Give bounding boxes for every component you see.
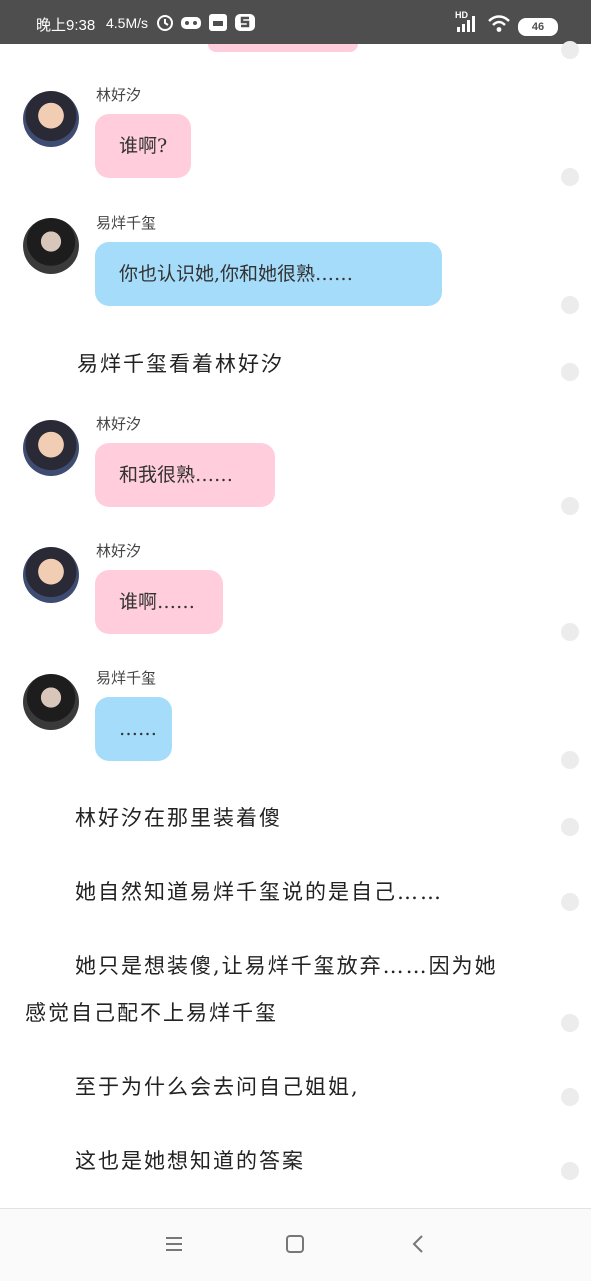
scroll-dot <box>561 168 579 186</box>
s-app-icon <box>235 14 255 31</box>
scroll-dot <box>561 363 579 381</box>
mi-icon <box>209 14 227 31</box>
back-icon[interactable] <box>408 1233 430 1255</box>
narration-line: 她自然知道易烊千玺说的是自己…… <box>75 880 443 904</box>
chat-bubble[interactable]: …… <box>95 697 172 761</box>
menu-icon[interactable] <box>163 1233 185 1255</box>
avatar[interactable] <box>23 218 79 274</box>
chat-bubble[interactable]: 谁啊? <box>95 114 192 178</box>
alarm-icon <box>157 15 173 31</box>
speaker-name: 林好汐 <box>96 415 142 433</box>
speaker-name: 林好汐 <box>96 542 142 560</box>
narration-line: 易烊千玺看着林好汐 <box>77 352 284 376</box>
speaker-name: 易烊千玺 <box>96 669 157 687</box>
battery-icon: 46 <box>518 18 558 36</box>
status-bar: 晚上9:38 4.5M/s HD 46 <box>0 0 591 44</box>
narration-line: 这也是她想知道的答案 <box>75 1149 305 1173</box>
scroll-dot <box>561 751 579 769</box>
chat-bubble[interactable]: 你也认识她,你和她很熟…… <box>95 242 442 306</box>
narration-line: 她只是想装傻,让易烊千玺放弃……因为她 <box>75 954 498 978</box>
scroll-dot <box>561 893 579 911</box>
chat-bubble[interactable]: 和我很熟…… <box>95 443 275 507</box>
avatar[interactable] <box>23 420 79 476</box>
scroll-dot <box>561 1014 579 1032</box>
status-time: 晚上9:38 <box>36 17 96 34</box>
navigation-bar <box>0 1208 591 1281</box>
chat-bubble[interactable]: 谁啊…… <box>95 570 223 634</box>
signal-icon <box>457 16 475 32</box>
home-icon[interactable] <box>284 1233 306 1255</box>
game-icon <box>181 17 201 29</box>
network-speed: 4.5M/s <box>106 15 149 31</box>
avatar[interactable] <box>23 547 79 603</box>
avatar[interactable] <box>23 91 79 147</box>
speaker-name: 易烊千玺 <box>96 214 157 232</box>
wifi-icon <box>488 15 510 32</box>
speaker-name: 林好汐 <box>96 86 142 104</box>
scroll-dot <box>561 497 579 515</box>
scroll-dot <box>561 41 579 59</box>
narration-line: 至于为什么会去问自己姐姐, <box>75 1075 360 1099</box>
narration-line: 林好汐在那里装着傻 <box>75 806 282 830</box>
scroll-dot <box>561 818 579 836</box>
scroll-dot <box>561 623 579 641</box>
scroll-dot <box>561 1088 579 1106</box>
scroll-dot <box>561 296 579 314</box>
avatar[interactable] <box>23 674 79 730</box>
scroll-dot <box>561 1162 579 1180</box>
narration-line: 感觉自己配不上易烊千玺 <box>25 1001 278 1025</box>
previous-bubble-edge <box>208 44 358 52</box>
